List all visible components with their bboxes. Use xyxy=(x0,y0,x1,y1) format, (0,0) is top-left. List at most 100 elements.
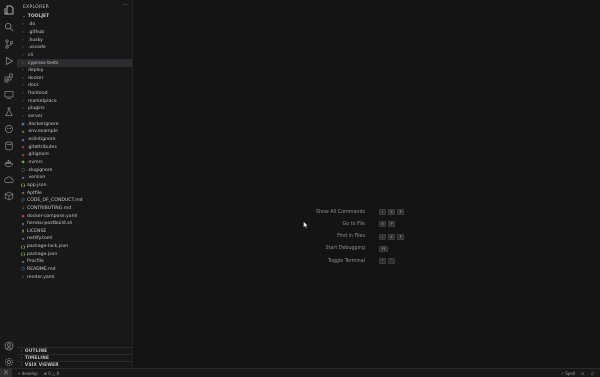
file-item[interactable]: {} package-lock.json xyxy=(17,243,132,251)
file-item[interactable]: $ heroku-postbuild.sh xyxy=(17,220,132,228)
node-icon: ⬢ xyxy=(21,160,25,165)
editor-area[interactable]: Show All Commands ⇧ ⌘ P Go to File ⌘ P Find in … xyxy=(133,0,600,368)
shortcut-row: Start Debugging F5 xyxy=(133,245,600,253)
keycap: ⌃ xyxy=(379,258,387,265)
folder-item[interactable]: › server xyxy=(17,113,132,121)
tree-item-label: .gitignore xyxy=(27,152,49,158)
tree-item-label: plugins xyxy=(28,106,45,112)
tree-item-label: .gitattributes xyxy=(27,144,57,150)
braces-icon: {} xyxy=(20,183,26,188)
folder-item[interactable]: › plugins xyxy=(17,105,132,113)
account-icon[interactable] xyxy=(3,340,14,351)
file-item[interactable]: ! render.yaml xyxy=(17,273,132,281)
testing-icon[interactable] xyxy=(3,106,14,117)
exclaim-icon: ! xyxy=(22,275,24,280)
panel-timeline-label: TIMELINE xyxy=(24,355,50,361)
source-control-icon[interactable] xyxy=(3,38,14,49)
gear-icon: ✲ xyxy=(21,236,25,241)
branch-status[interactable]: ⑂ develop xyxy=(18,371,38,376)
panel-outline[interactable]: › OUTLINE xyxy=(17,347,132,354)
info-icon: ⓘ xyxy=(21,198,25,203)
broadcast-icon[interactable]: ⊙ xyxy=(581,371,584,376)
check-icon: ✓ xyxy=(560,370,564,376)
folder-item[interactable]: › deploy xyxy=(17,67,132,75)
remote-explorer-icon[interactable] xyxy=(3,89,14,100)
extensions-icon[interactable] xyxy=(3,72,14,83)
file-item[interactable]: ◈ .gitattributes xyxy=(17,143,132,151)
file-item[interactable]: ≡ Procfile xyxy=(17,258,132,266)
folder-item[interactable]: › docker xyxy=(17,75,132,83)
chevron-right-icon: › xyxy=(21,348,23,354)
folder-item[interactable]: › .vscode xyxy=(17,44,132,52)
file-item[interactable]: ↓ CONTRIBUTING.md xyxy=(17,205,132,213)
tree-item-label: .slugignore xyxy=(27,167,53,173)
tree-item-label: cypress-tests xyxy=(28,60,59,66)
file-item[interactable]: ⬢ .nvmrc xyxy=(17,159,132,167)
panel-timeline[interactable]: › TIMELINE xyxy=(17,354,132,361)
folder-item[interactable]: › cli xyxy=(17,52,132,60)
notifications-bell-icon[interactable]: ♫ xyxy=(590,371,594,376)
warning-icon: △ xyxy=(52,370,56,376)
folder-item[interactable]: › marketplace xyxy=(17,98,132,106)
folder-item[interactable]: › .github xyxy=(17,29,132,37)
keycap: ⇧ xyxy=(379,233,387,240)
search-icon[interactable] xyxy=(3,21,14,32)
md-icon: ↓ xyxy=(21,206,25,211)
keycap: ⌘ xyxy=(388,209,396,215)
file-item[interactable]: ▣ docker-compose.yaml xyxy=(17,212,132,220)
file-item[interactable]: ✲ netlify.toml xyxy=(17,235,132,243)
remote-indicator-button[interactable]: ⟩⟨ xyxy=(0,369,12,377)
docker-icon: ▣ xyxy=(21,122,25,127)
tree-item-label: CODE_OF_CONDUCT.md xyxy=(27,198,83,204)
file-item[interactable]: ⓘ CODE_OF_CONDUCT.md xyxy=(17,197,132,205)
workspace-root[interactable]: ⌄ TOOLJET xyxy=(17,13,132,20)
folder-item[interactable]: › frontend xyxy=(17,90,132,98)
run-debug-icon[interactable] xyxy=(3,55,14,66)
file-item[interactable]: § LICENSE xyxy=(17,228,132,236)
chevron-down-icon: ⌄ xyxy=(22,14,26,19)
tree-item-label: LICENSE xyxy=(27,228,47,234)
shell-icon: $ xyxy=(21,221,25,226)
folder-item[interactable]: › .husky xyxy=(17,36,132,44)
spell-status[interactable]: ✓ Spell xyxy=(561,371,575,376)
tree-item-label: server xyxy=(28,114,43,120)
folder-item[interactable]: › .do xyxy=(17,21,132,29)
chevron-right-icon: › xyxy=(22,68,24,74)
file-item[interactable]: ▣ .dockerignore xyxy=(17,120,132,128)
keycap: F xyxy=(397,233,405,240)
docker-icon[interactable] xyxy=(3,157,14,168)
more-actions-icon[interactable]: ··· xyxy=(122,2,128,9)
file-item[interactable]: ◈ .gitignore xyxy=(17,151,132,159)
tree-item-label: package.json xyxy=(27,251,58,257)
panel-vsix-viewer[interactable]: › VSIX VIEWER xyxy=(17,361,132,368)
files-icon[interactable] xyxy=(3,4,14,15)
file-item[interactable]: {} app.json xyxy=(17,182,132,190)
remote-icon: ⟩⟨ xyxy=(4,370,8,376)
file-item[interactable]: ◯ .slugignore xyxy=(17,166,132,174)
problems-status[interactable]: ⊗ 0 △ 0 xyxy=(44,371,59,376)
shortcut-label: Start Debugging xyxy=(325,246,365,252)
tree-item-label: deploy xyxy=(28,68,44,74)
tree-item-label: .github xyxy=(28,29,45,35)
folder-item[interactable]: › docs xyxy=(17,82,132,90)
folder-item[interactable]: › cypress-tests xyxy=(17,59,132,67)
settings-gear-icon[interactable] xyxy=(3,356,14,367)
cloud-icon[interactable] xyxy=(3,174,14,185)
shortcut-row: Toggle Terminal ⌃ ` xyxy=(133,257,600,265)
gear-icon: ✲ xyxy=(21,129,25,134)
keycap: ` xyxy=(388,258,396,265)
file-item[interactable]: ≡ .version xyxy=(17,174,132,182)
packages-icon[interactable] xyxy=(3,190,14,201)
copilot-icon[interactable] xyxy=(3,123,14,134)
file-item[interactable]: ◆ .eslintignore xyxy=(17,136,132,144)
database-icon[interactable] xyxy=(3,140,14,151)
chevron-right-icon: › xyxy=(22,98,24,104)
file-item[interactable]: {} package.json xyxy=(17,251,132,259)
file-item[interactable]: ≡ Aptfile xyxy=(17,189,132,197)
file-item[interactable]: ⓘ README.md xyxy=(17,266,132,274)
panel-vsix-viewer-label: VSIX VIEWER xyxy=(24,362,59,368)
chevron-right-icon: › xyxy=(22,52,24,58)
keycap: ⇧ xyxy=(379,209,387,215)
explorer-sidebar: EXPLORER ··· ⌄ TOOLJET › .do › .github › .hus… xyxy=(17,0,133,368)
file-item[interactable]: ✲ .env.example xyxy=(17,128,132,136)
